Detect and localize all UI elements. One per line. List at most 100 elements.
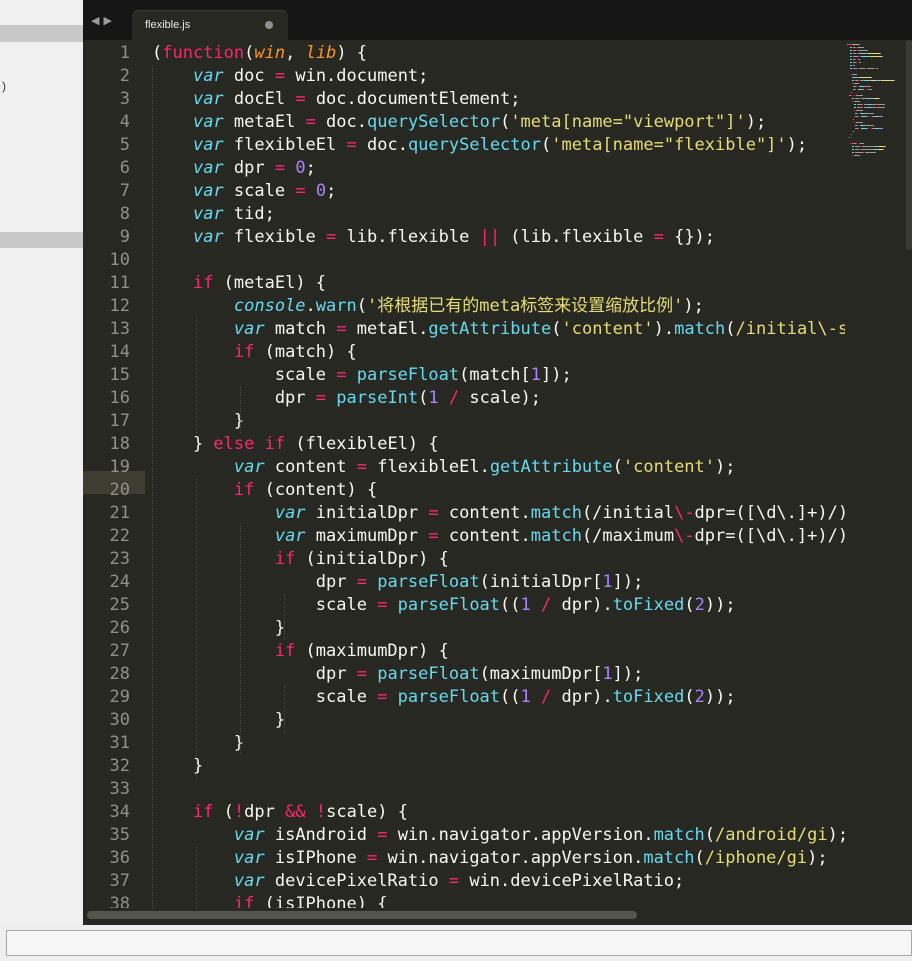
code-line[interactable]: } else if (flexibleEl) { bbox=[152, 433, 439, 456]
code-token: ]); bbox=[541, 365, 572, 385]
code-line[interactable]: var docEl = doc.documentElement; bbox=[152, 88, 521, 111]
code-token: var bbox=[192, 158, 224, 178]
minimap-stroke bbox=[850, 74, 851, 75]
code-line[interactable]: var flexible = lib.flexible || (lib.flex… bbox=[152, 226, 715, 249]
code-line[interactable]: if (isIPhone) { bbox=[152, 893, 388, 908]
code-token: ( bbox=[500, 112, 511, 132]
code-line[interactable]: dpr = parseFloat(initialDpr[1]); bbox=[152, 571, 644, 594]
code-line[interactable]: } bbox=[152, 410, 244, 433]
minimap-stroke bbox=[853, 119, 854, 120]
minimap-stroke bbox=[874, 68, 875, 69]
code-line[interactable]: } bbox=[152, 732, 244, 755]
minimap-stroke bbox=[862, 56, 869, 57]
line-number: 4 bbox=[119, 112, 130, 132]
code-line[interactable]: dpr = parseFloat(maximumDpr[1]); bbox=[152, 663, 644, 686]
code-token: = bbox=[356, 457, 367, 477]
line-number: 16 bbox=[109, 388, 130, 408]
code-line[interactable]: var isAndroid = win.navigator.appVersion… bbox=[152, 824, 845, 847]
minimap-stroke bbox=[858, 128, 859, 129]
line-number: 22 bbox=[109, 526, 130, 546]
indent-guide bbox=[196, 318, 197, 433]
code-line[interactable]: scale = parseFloat(match[1]); bbox=[152, 364, 572, 387]
code-token: (/initial bbox=[581, 503, 675, 523]
horizontal-scrollbar[interactable] bbox=[83, 908, 912, 925]
code-line[interactable]: } bbox=[152, 709, 285, 732]
code-token: /android/gi bbox=[715, 825, 828, 845]
code-token: if bbox=[233, 894, 255, 908]
code-line[interactable]: var dpr = 0; bbox=[152, 157, 316, 180]
code-line[interactable]: var content = flexibleEl.getAttribute('c… bbox=[152, 456, 736, 479]
code-token: flexible bbox=[223, 227, 327, 247]
minimap[interactable] bbox=[845, 40, 912, 908]
minimap-stroke bbox=[856, 143, 857, 144]
bottom-input-box[interactable] bbox=[6, 930, 912, 956]
left-divider-bar bbox=[0, 232, 83, 248]
code-line[interactable]: if (match) { bbox=[152, 341, 357, 364]
code-line[interactable]: var devicePixelRatio = win.devicePixelRa… bbox=[152, 870, 684, 893]
code-line[interactable]: if (!dpr && !scale) { bbox=[152, 801, 408, 824]
code-token: flexibleEl bbox=[223, 135, 347, 155]
vertical-scrollbar[interactable] bbox=[906, 40, 912, 250]
minimap-stroke bbox=[850, 53, 852, 54]
code-token: scale bbox=[152, 595, 378, 615]
code-line[interactable]: console.warn('将根据已有的meta标签来设置缩放比例'); bbox=[152, 295, 704, 318]
minimap-stroke bbox=[859, 59, 860, 60]
code-line[interactable]: var maximumDpr = content.match(/maximum\… bbox=[152, 525, 845, 548]
line-number: 24 bbox=[109, 572, 130, 592]
minimap-stroke bbox=[852, 152, 854, 153]
unsaved-dot-icon[interactable] bbox=[265, 21, 273, 29]
code-token: if bbox=[274, 549, 296, 569]
code-line[interactable]: var tid; bbox=[152, 203, 275, 226]
minimap-stroke bbox=[859, 149, 860, 150]
code-area[interactable]: (function(win, lib) { var doc = win.docu… bbox=[145, 40, 845, 908]
minimap-stroke bbox=[855, 59, 856, 60]
code-token: parseInt bbox=[336, 388, 419, 408]
code-token: docEl bbox=[223, 89, 296, 109]
code-token: = bbox=[295, 181, 306, 201]
line-number: 13 bbox=[109, 319, 130, 339]
code-line[interactable]: var doc = win.document; bbox=[152, 65, 428, 88]
forward-icon[interactable]: ▶ bbox=[103, 14, 115, 27]
indent-guide bbox=[240, 525, 241, 755]
code-line[interactable]: var initialDpr = content.match(/initial\… bbox=[152, 502, 845, 525]
line-number: 28 bbox=[109, 664, 130, 684]
minimap-stroke bbox=[858, 116, 859, 117]
minimap-stroke bbox=[857, 47, 864, 48]
minimap-stroke bbox=[852, 101, 853, 102]
line-number: 29 bbox=[109, 687, 130, 707]
code-token: = bbox=[336, 365, 347, 385]
code-token: ]); bbox=[612, 572, 644, 592]
code-line[interactable]: var metaEl = doc.querySelector('meta[nam… bbox=[152, 111, 766, 134]
code-token: win.navigator.appVersion. bbox=[387, 825, 654, 845]
code-token: = bbox=[428, 526, 439, 546]
code-line[interactable]: var scale = 0; bbox=[152, 180, 336, 203]
code-token: } bbox=[152, 411, 245, 431]
code-token: console bbox=[233, 296, 306, 316]
code-token: if bbox=[192, 273, 214, 293]
code-line[interactable]: if (metaEl) { bbox=[152, 272, 326, 295]
tab-flexible-js[interactable]: flexible.js bbox=[132, 10, 288, 41]
code-line[interactable]: var flexibleEl = doc.querySelector('meta… bbox=[152, 134, 807, 157]
line-number: 2 bbox=[119, 66, 130, 86]
code-token: ; bbox=[326, 181, 337, 201]
code-line[interactable]: (function(win, lib) { bbox=[152, 42, 367, 65]
code-token: ) { bbox=[336, 43, 368, 63]
line-number: 21 bbox=[109, 503, 130, 523]
minimap-stroke bbox=[860, 77, 871, 78]
code-token: = bbox=[295, 89, 306, 109]
code-line[interactable]: dpr = parseInt(1 / scale); bbox=[152, 387, 541, 410]
minimap-stroke bbox=[850, 68, 852, 69]
code-token: 2 bbox=[694, 595, 705, 615]
code-token: /iphone/gi bbox=[704, 848, 808, 868]
code-line[interactable]: var match = metaEl.getAttribute('content… bbox=[152, 318, 845, 341]
code-token: = bbox=[315, 388, 327, 408]
code-line[interactable]: } bbox=[152, 617, 285, 640]
minimap-stroke bbox=[854, 101, 860, 102]
horizontal-scroll-thumb[interactable] bbox=[87, 911, 637, 919]
code-line[interactable]: if (content) { bbox=[152, 479, 377, 502]
code-line[interactable]: var isIPhone = win.navigator.appVersion.… bbox=[152, 847, 828, 870]
code-token: / bbox=[541, 595, 552, 615]
back-icon[interactable]: ◀ bbox=[91, 14, 103, 27]
